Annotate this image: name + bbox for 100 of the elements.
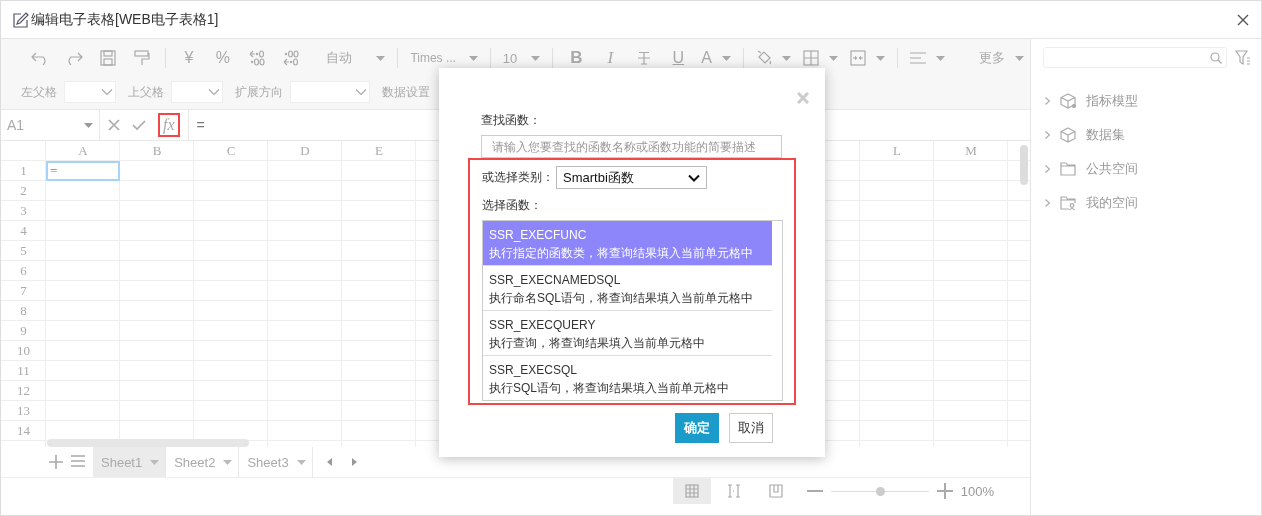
redo-icon[interactable] [65,51,83,65]
filter-icon[interactable] [1235,49,1251,66]
chevron-right-icon [1045,199,1050,207]
currency-button[interactable]: ¥ [172,44,206,72]
paint-roller-icon[interactable] [134,50,150,66]
grid-view-icon [684,484,699,498]
percent-button[interactable]: % [206,44,240,72]
merge-cells-icon[interactable] [850,50,866,66]
caret-icon[interactable] [376,55,386,61]
property-label: 数据设置 [382,84,430,100]
property-select[interactable] [290,81,370,103]
row-header: 12 [16,382,31,400]
menu-icon[interactable] [71,455,85,467]
bold-button[interactable]: B [559,44,594,72]
chevron-right-icon [1045,165,1050,173]
scroll-right-icon[interactable] [351,458,357,466]
search-field[interactable] [1043,47,1227,68]
caret-icon[interactable] [722,55,731,61]
folder-user-icon [1060,195,1076,211]
function-list-item[interactable]: SSR_EXECSQL 执行SQL语句，将查询结果填入当前单元格中 [483,356,772,400]
function-list-item[interactable]: SSR_EXECNAMEDSQL 执行命名SQL语句，将查询结果填入当前单元格中 [483,266,772,311]
font-name-dropdown[interactable]: Times ... [404,44,484,72]
active-cell[interactable]: = [46,161,120,181]
column-header: D [299,142,311,160]
more-dropdown[interactable]: 更多 [972,44,1030,72]
row-header: 10 [16,342,31,360]
edit-icon [13,11,29,28]
caret-icon[interactable] [468,55,478,61]
caret-icon[interactable] [876,55,885,61]
row-header: 3 [19,202,28,220]
increase-decimal-icon[interactable] [249,50,265,66]
cancel-button[interactable]: 取消 [729,413,773,443]
search-label: 查找函数： [481,112,542,129]
category-label: 或选择类别： [482,169,554,186]
close-icon[interactable] [1237,13,1249,26]
property-select[interactable] [171,81,223,103]
chevron-right-icon [1045,131,1050,139]
column-header: M [964,142,978,160]
zoom-level: 100% [960,483,994,499]
cube-icon [1060,93,1076,109]
vertical-scrollbar[interactable] [1020,145,1028,185]
tree-item[interactable]: 指标模型 [1045,84,1261,118]
chevron-down-icon [688,173,700,182]
tree-item[interactable]: 我的空间 [1045,186,1261,220]
row-header: 8 [19,302,28,320]
decrease-decimal-icon[interactable] [283,50,299,66]
strikethrough-icon[interactable] [637,51,652,65]
chevron-right-icon [1045,97,1050,105]
insert-function-button[interactable]: fx [158,113,180,137]
number-format-dropdown[interactable]: 自动 [308,44,392,72]
caret-icon[interactable] [531,55,541,61]
chevron-down-icon[interactable] [208,88,220,96]
underline-button[interactable]: U [661,44,696,72]
scroll-left-icon[interactable] [326,458,332,466]
zoom-slider-thumb[interactable] [875,486,885,496]
zoom-in-icon[interactable] [936,483,953,499]
confirm-button[interactable]: 确定 [675,413,719,443]
tree-item[interactable]: 数据集 [1045,118,1261,152]
row-header: 5 [19,242,28,260]
column-header: C [225,142,237,160]
font-color-button[interactable]: A [695,44,737,72]
row-header: 14 [16,422,31,440]
property-label: 左父格 [21,84,57,100]
function-list-item[interactable]: SSR_EXECFUNC 执行指定的函数类，将查询结果填入当前单元格中 [483,221,772,266]
sheet-tab[interactable]: Sheet3 [239,447,313,477]
caret-icon[interactable] [829,55,838,61]
sheet-tab[interactable]: Sheet2 [166,447,240,477]
cube-icon [1060,127,1076,143]
column-header: B [151,142,163,160]
caret-icon[interactable] [84,122,93,128]
caret-icon[interactable] [150,459,160,465]
view-mode-button[interactable] [672,478,711,504]
caret-icon[interactable] [1014,55,1024,61]
save-icon[interactable] [100,50,116,66]
category-select[interactable]: Smartbi函数 [556,166,707,189]
horizontal-scrollbar[interactable] [47,439,249,447]
cell-reference-dropdown[interactable]: A1 [1,110,100,140]
caret-icon[interactable] [935,55,945,61]
column-header: L [892,142,902,160]
checkmark-icon[interactable] [132,119,146,131]
function-list-item[interactable]: SSR_EXECQUERY 执行查询，将查询结果填入当前单元格中 [483,311,772,356]
font-size-dropdown[interactable]: 10 [496,44,547,72]
undo-icon[interactable] [31,51,49,65]
function-search-field[interactable]: 请输入您要查找的函数名称或函数功能的简要描述 [481,135,782,158]
plus-icon[interactable] [49,455,63,469]
search-icon [1210,51,1222,64]
chevron-down-icon[interactable] [355,88,367,96]
sheet-tab[interactable]: Sheet1 [93,447,167,477]
caret-icon[interactable] [223,459,233,465]
fill-bucket-icon[interactable] [756,50,772,66]
borders-icon[interactable] [803,50,819,66]
chevron-down-icon[interactable] [101,88,113,96]
property-select[interactable] [64,81,116,103]
align-left-icon[interactable] [909,52,926,64]
caret-icon[interactable] [296,459,306,465]
row-header: 6 [19,262,28,280]
italic-button[interactable]: I [593,44,628,72]
caret-icon[interactable] [782,55,791,61]
column-header: E [374,142,384,160]
tree-item[interactable]: 公共空间 [1045,152,1261,186]
